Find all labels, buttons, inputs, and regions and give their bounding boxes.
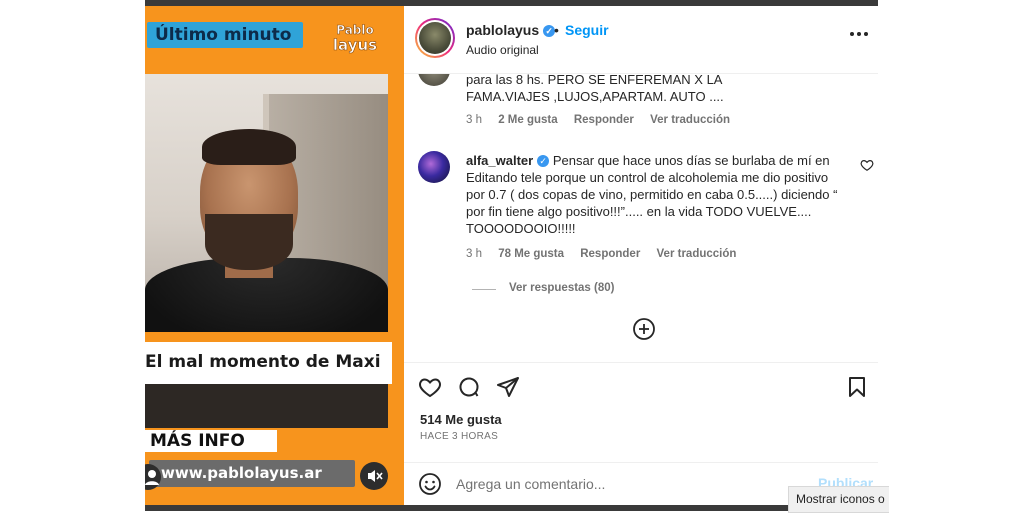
dark-band bbox=[145, 384, 388, 428]
dot-2 bbox=[857, 32, 861, 36]
share-icon[interactable] bbox=[496, 375, 520, 399]
translate-button[interactable]: Ver traducción bbox=[657, 248, 737, 260]
bookmark-icon[interactable] bbox=[845, 375, 869, 399]
left-margin bbox=[0, 0, 145, 511]
author-username[interactable]: pablolayus ✓ bbox=[466, 22, 556, 38]
tooltip-text: Mostrar iconos o bbox=[796, 492, 885, 506]
dot-1 bbox=[850, 32, 854, 36]
more-info-text: MÁS INFO bbox=[150, 431, 245, 451]
user-icon[interactable] bbox=[145, 464, 161, 490]
avatar-inner bbox=[417, 20, 453, 56]
post-likes-count[interactable]: 514 Me gusta bbox=[420, 412, 502, 427]
mute-icon[interactable] bbox=[360, 462, 388, 490]
comment-likes[interactable]: 2 Me gusta bbox=[498, 114, 557, 126]
comment-text: para las 8 hs. PERO SE ENFEREMAN X LA FA… bbox=[466, 74, 724, 104]
headline-banner: El mal momento de Maxi bbox=[145, 342, 392, 384]
person-hair bbox=[202, 129, 296, 165]
author-avatar[interactable] bbox=[415, 18, 455, 58]
post-header: pablolayus ✓ • Seguir Audio original bbox=[404, 6, 878, 74]
logo-text-top: Pablo bbox=[336, 23, 374, 37]
heart-icon[interactable] bbox=[418, 375, 442, 399]
reply-button[interactable]: Responder bbox=[580, 248, 640, 260]
reply-button[interactable]: Responder bbox=[574, 114, 634, 126]
comment-text: alfa_walter ✓ Pensar que hace unos días s… bbox=[466, 152, 846, 237]
more-options-icon[interactable] bbox=[850, 30, 868, 38]
pablolayus-logo: Pablo layus bbox=[321, 20, 389, 55]
add-circle-icon[interactable] bbox=[633, 318, 655, 340]
comment-likes[interactable]: 78 Me gusta bbox=[498, 248, 564, 260]
bottom-strip bbox=[145, 505, 878, 511]
replies-line bbox=[472, 289, 496, 290]
action-bar bbox=[404, 362, 878, 409]
view-replies-button[interactable]: Ver respuestas (80) bbox=[509, 282, 614, 294]
comment-time: 3 h bbox=[466, 248, 482, 260]
audio-subtitle[interactable]: Audio original bbox=[466, 43, 539, 57]
more-info-banner: MÁS INFO bbox=[145, 430, 277, 452]
comment-like-icon[interactable] bbox=[860, 158, 874, 172]
comment-meta: 3 h 78 Me gusta Responder Ver traducción bbox=[466, 248, 749, 260]
separator-dot: • bbox=[554, 22, 559, 38]
emoji-icon[interactable] bbox=[418, 472, 442, 496]
verified-badge-icon: ✓ bbox=[537, 155, 550, 167]
headline-text: El mal momento de Maxi bbox=[145, 352, 381, 372]
tooltip: Mostrar iconos o bbox=[788, 486, 889, 513]
avatar-image bbox=[419, 22, 451, 54]
comment-input[interactable] bbox=[454, 475, 758, 493]
translate-button[interactable]: Ver traducción bbox=[650, 114, 730, 126]
post-frame: Último minuto Pablo layus El mal momento… bbox=[145, 0, 878, 511]
comments-list[interactable]: para las 8 hs. PERO SE ENFEREMAN X LA FA… bbox=[404, 74, 878, 362]
video-frame-person bbox=[145, 74, 388, 332]
comment-avatar[interactable] bbox=[418, 151, 450, 183]
comment-icon[interactable] bbox=[457, 375, 481, 399]
comment-time: 3 h bbox=[466, 114, 482, 126]
video-player[interactable]: Último minuto Pablo layus El mal momento… bbox=[145, 6, 404, 505]
logo-text-bottom: layus bbox=[333, 36, 377, 54]
url-text: www.pablolayus.ar bbox=[161, 464, 322, 482]
breaking-news-tag: Último minuto bbox=[147, 22, 304, 48]
post-timestamp: HACE 3 HORAS bbox=[420, 431, 499, 442]
dot-3 bbox=[864, 32, 868, 36]
person-beard bbox=[205, 214, 293, 270]
post-side-panel: pablolayus ✓ • Seguir Audio original para… bbox=[404, 6, 878, 505]
author-username-text[interactable]: pablolayus bbox=[466, 22, 539, 38]
follow-button[interactable]: Seguir bbox=[565, 22, 609, 38]
url-banner: www.pablolayus.ar bbox=[149, 460, 355, 487]
comment-meta: 3 h 2 Me gusta Responder Ver traducción bbox=[466, 114, 743, 126]
comment-avatar[interactable] bbox=[418, 74, 450, 86]
right-margin bbox=[878, 0, 1023, 511]
comment-username[interactable]: alfa_walter bbox=[466, 153, 533, 168]
